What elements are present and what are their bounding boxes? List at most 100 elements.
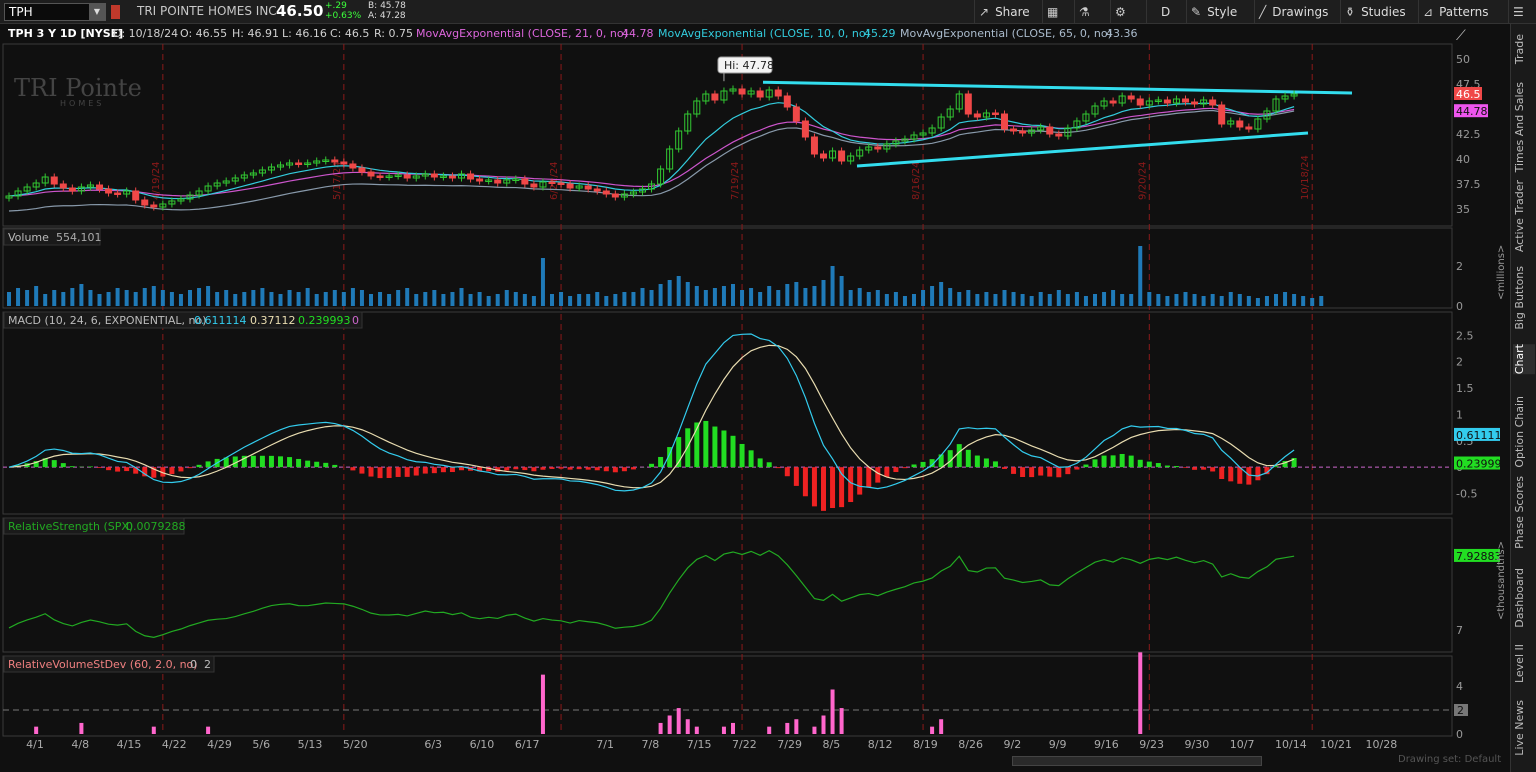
drawing-set-label[interactable]: Drawing set: Default	[1398, 754, 1501, 765]
volume-bar	[350, 288, 355, 306]
macd-histogram-bar	[296, 458, 302, 468]
macd-histogram-bar	[1237, 467, 1243, 484]
volume-bar	[432, 290, 437, 306]
volume-bar	[649, 290, 654, 306]
volume-bar	[1038, 292, 1043, 306]
macd-histogram-bar	[449, 467, 455, 473]
macd-histogram-bar	[196, 464, 202, 468]
sidebar-tab-big-buttons[interactable]: Big Buttons	[1513, 266, 1535, 330]
sidebar-tab-option-chain[interactable]: Option Chain	[1513, 396, 1535, 468]
price-tick-label: 42.5	[1456, 128, 1481, 141]
sidebar-tab-active-trader[interactable]: Active Trader	[1513, 180, 1535, 252]
candle	[403, 174, 411, 179]
candle	[548, 181, 556, 184]
rvsd-bar	[694, 726, 699, 734]
volume-bar	[314, 294, 319, 306]
sidebar-tab-trade[interactable]: Trade	[1513, 34, 1535, 64]
volume-bar	[676, 276, 681, 306]
macd-histogram-bar	[87, 466, 93, 468]
sidebar-tab-chart[interactable]: Chart	[1513, 344, 1535, 375]
price-tick-label: 50	[1456, 53, 1470, 66]
event-label: 10/18/24	[1300, 155, 1311, 200]
candle	[530, 183, 538, 188]
macd-histogram-bar	[1246, 467, 1252, 485]
x-tick-label: 4/29	[207, 738, 232, 751]
macd-histogram-bar	[1219, 467, 1225, 479]
macd-histogram-bar	[1192, 467, 1198, 470]
sidebar-tab-dashboard[interactable]: Dashboard	[1513, 568, 1535, 628]
rs-title: RelativeStrength (SPX)	[8, 520, 133, 533]
volume-bar	[1056, 290, 1061, 306]
volume-bar	[278, 294, 283, 306]
x-tick-label: 10/14	[1275, 738, 1307, 751]
macd-histogram-bar	[802, 467, 808, 497]
volume-bar	[61, 292, 66, 306]
volume-bar	[550, 294, 554, 306]
volume-bar	[97, 294, 102, 306]
volume-bar	[712, 288, 717, 306]
volume-bar	[758, 292, 763, 306]
chart-canvas[interactable]: 4/1 9/2 4 5/17/24 6/21/24 7/19/24 8/16/24 9/20/…	[0, 0, 1510, 772]
macd-tick-label: 1.5	[1456, 382, 1474, 395]
volume-bar	[387, 294, 392, 306]
macd-histogram-bar	[278, 456, 283, 468]
volume-bar	[1246, 296, 1251, 306]
candle	[838, 150, 846, 162]
macd-histogram-bar	[920, 461, 926, 468]
sidebar-tab-live-news[interactable]: Live News	[1513, 700, 1535, 756]
volume-bar	[1093, 294, 1097, 306]
sidebar-tab-times-and-sales[interactable]: Times And Sales	[1513, 82, 1535, 172]
macd-histogram-bar	[1056, 467, 1062, 478]
rvsd-bar	[821, 715, 826, 734]
rvsd-bar	[34, 726, 39, 734]
volume-bar	[1138, 246, 1143, 306]
chart-scrollbar[interactable]	[1012, 756, 1262, 766]
volume-bar	[378, 292, 383, 306]
volume-bar	[830, 266, 835, 306]
candle	[141, 199, 149, 206]
volume-bar	[1192, 294, 1197, 306]
macd-histogram-bar	[721, 430, 727, 468]
macd-histogram-bar	[1201, 467, 1207, 470]
volume-tick-label: 2	[1456, 260, 1463, 273]
sidebar-tab-phase-scores[interactable]: Phase Scores	[1513, 476, 1535, 549]
volume-bar	[531, 296, 536, 306]
volume-bar	[1029, 296, 1034, 306]
sidebar-tab-level-ii[interactable]: Level II	[1513, 644, 1535, 683]
rs-panel	[2, 517, 1453, 653]
rvsd-title: RelativeVolumeStDev (60, 2.0, no)	[8, 658, 198, 671]
volume-bar	[1201, 296, 1206, 306]
volume-bar	[251, 290, 256, 306]
macd-histogram-bar	[983, 458, 989, 468]
x-tick-label: 9/2	[1004, 738, 1022, 751]
volume-bar	[79, 284, 84, 306]
macd-histogram-bar	[314, 461, 320, 468]
candle	[1127, 95, 1135, 100]
volume-bar	[477, 292, 482, 306]
volume-bar	[1183, 292, 1188, 306]
candle	[584, 185, 592, 190]
rvsd-bar	[667, 715, 672, 734]
macd-histogram-bar	[60, 463, 66, 468]
rvsd-bar	[540, 674, 545, 734]
volume-bar	[414, 294, 419, 306]
candle	[593, 188, 601, 192]
volume-tick-label: 0	[1456, 300, 1463, 313]
volume-bar	[540, 258, 545, 306]
rs-unit-label: <thousandths>	[1496, 541, 1507, 620]
volume-bar	[133, 292, 138, 306]
candle	[602, 190, 610, 195]
rvsd-bar	[1138, 652, 1143, 734]
macd-histogram-bar	[1110, 455, 1116, 468]
volume-bar	[812, 286, 817, 306]
volume-bar	[197, 288, 202, 306]
macd-histogram-bar	[513, 467, 519, 470]
volume-bar	[106, 292, 111, 306]
macd-histogram-bar	[106, 467, 112, 471]
hist-value: 0.239993	[298, 314, 351, 327]
candle	[150, 204, 158, 208]
candle	[1236, 120, 1244, 128]
volume-value: 554,101	[56, 231, 102, 244]
macd-tick-label: 1	[1456, 408, 1463, 421]
menu-button[interactable]: ☰	[1508, 0, 1536, 24]
